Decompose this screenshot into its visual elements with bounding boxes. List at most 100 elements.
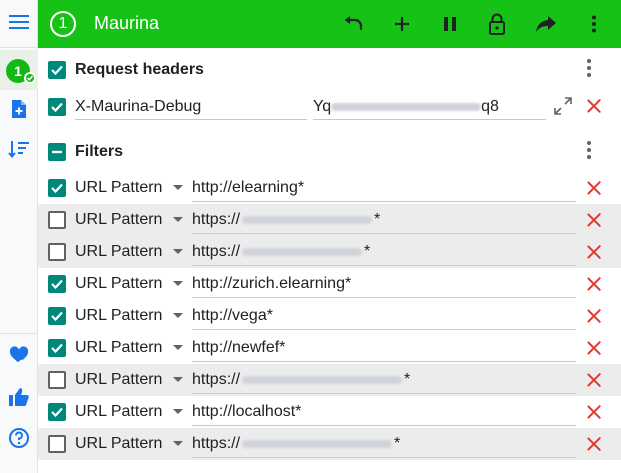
filter-row: URL Pattern https:// * [38,364,621,396]
header-value-input[interactable]: Yq q8 [313,98,499,116]
delete-header-icon[interactable] [586,98,602,114]
filter-pattern-input[interactable]: http://zurich.elearning* [192,275,351,293]
filter-pattern-input[interactable]: https:// * [192,371,410,389]
delete-filter-icon[interactable] [586,404,602,420]
delete-filter-icon[interactable] [586,436,602,452]
filter-enabled-checkbox[interactable] [48,179,66,197]
request-headers-more-icon[interactable] [581,59,597,79]
delete-filter-icon[interactable] [586,180,602,196]
request-headers-checkbox[interactable] [48,61,66,79]
filter-enabled-checkbox[interactable] [48,371,66,389]
filter-pattern-underline [192,425,576,426]
filter-enabled-checkbox[interactable] [48,403,66,421]
filter-type-select[interactable]: URL Pattern [75,307,162,325]
dropdown-arrow-icon[interactable] [173,409,183,414]
filter-enabled-checkbox[interactable] [48,307,66,325]
filter-type-select[interactable]: URL Pattern [75,435,162,453]
dropdown-arrow-icon[interactable] [173,313,183,318]
more-vert-icon[interactable] [582,12,606,36]
delete-filter-icon[interactable] [586,340,602,356]
header-name-underline [75,119,307,120]
filter-pattern-underline [192,233,576,234]
sidebar-divider [0,333,38,334]
request-headers-section: Request headers [38,50,621,90]
filter-pattern-input[interactable]: http://newfef* [192,339,285,357]
redacted-text [242,375,403,384]
filter-pattern-suffix: * [394,435,401,452]
add-icon[interactable] [390,12,414,36]
header-enabled-checkbox[interactable] [48,98,66,116]
filter-pattern-prefix: http://newfef* [192,339,286,356]
delete-filter-icon[interactable] [586,276,602,292]
filter-row: URL Pattern http://newfef* [38,332,621,364]
filter-type-select[interactable]: URL Pattern [75,179,162,197]
undo-icon[interactable] [341,12,365,36]
filter-enabled-checkbox[interactable] [48,275,66,293]
redacted-text [242,439,393,448]
filters-more-icon[interactable] [581,141,597,161]
filter-pattern-suffix: * [364,243,371,260]
redacted-text [242,215,373,224]
donate-icon[interactable] [8,345,30,367]
filter-pattern-suffix: * [404,371,411,388]
filter-pattern-prefix: https:// [192,435,241,452]
header-value-prefix: Yq [313,98,332,115]
filter-row: URL Pattern https:// * [38,204,621,236]
profile-header: 1 Maurina [38,0,621,48]
dropdown-arrow-icon[interactable] [173,345,183,350]
filter-row: URL Pattern https:// * [38,236,621,268]
filter-pattern-prefix: http://vega* [192,307,273,324]
filter-pattern-suffix: * [374,211,381,228]
filter-enabled-checkbox[interactable] [48,435,66,453]
filter-type-select[interactable]: URL Pattern [75,371,162,389]
dropdown-arrow-icon[interactable] [173,217,183,222]
add-profile-icon[interactable] [8,98,30,120]
dropdown-arrow-icon[interactable] [173,185,183,190]
header-name-input[interactable]: X-Maurina-Debug [75,98,201,116]
filter-pattern-input[interactable]: http://elearning* [192,179,304,197]
filter-row: URL Pattern https:// * [38,428,621,460]
delete-filter-icon[interactable] [586,372,602,388]
filter-type-select[interactable]: URL Pattern [75,275,162,293]
sidebar-divider [0,47,38,48]
dropdown-arrow-icon[interactable] [173,249,183,254]
filter-type-select[interactable]: URL Pattern [75,403,162,421]
delete-filter-icon[interactable] [586,308,602,324]
filter-enabled-checkbox[interactable] [48,211,66,229]
filter-pattern-input[interactable]: https:// * [192,243,370,261]
filter-enabled-checkbox[interactable] [48,243,66,261]
dropdown-arrow-icon[interactable] [173,377,183,382]
dropdown-arrow-icon[interactable] [173,441,183,446]
expand-icon[interactable] [554,97,572,115]
delete-filter-icon[interactable] [586,244,602,260]
sort-icon[interactable] [8,138,30,160]
header-value-suffix: q8 [481,98,499,115]
filter-type-select[interactable]: URL Pattern [75,243,162,261]
pause-icon[interactable] [438,12,462,36]
filter-row: URL Pattern http://localhost* [38,396,621,428]
filter-pattern-prefix: http://localhost* [192,403,302,420]
filter-pattern-prefix: http://zurich.elearning* [192,275,352,292]
share-icon[interactable] [534,12,558,36]
help-icon[interactable] [8,427,30,449]
filter-pattern-input[interactable]: https:// * [192,211,380,229]
filter-enabled-checkbox[interactable] [48,339,66,357]
filters-checkbox[interactable] [48,143,66,161]
filter-type-select[interactable]: URL Pattern [75,211,162,229]
filter-pattern-input[interactable]: http://vega* [192,307,273,325]
filter-pattern-underline [192,393,576,394]
lock-icon[interactable] [485,12,509,36]
filter-pattern-underline [192,201,576,202]
profile-number: 1 [50,11,76,37]
delete-filter-icon[interactable] [586,212,602,228]
filter-pattern-input[interactable]: https:// * [192,435,400,453]
active-check-icon [24,72,36,84]
menu-icon[interactable] [0,0,38,46]
filter-row: URL Pattern http://elearning* [38,172,621,204]
thumbs-up-icon[interactable] [8,386,30,408]
filter-pattern-input[interactable]: http://localhost* [192,403,301,421]
filter-pattern-underline [192,329,576,330]
profile-name[interactable]: Maurina [94,13,159,34]
dropdown-arrow-icon[interactable] [173,281,183,286]
filter-type-select[interactable]: URL Pattern [75,339,162,357]
